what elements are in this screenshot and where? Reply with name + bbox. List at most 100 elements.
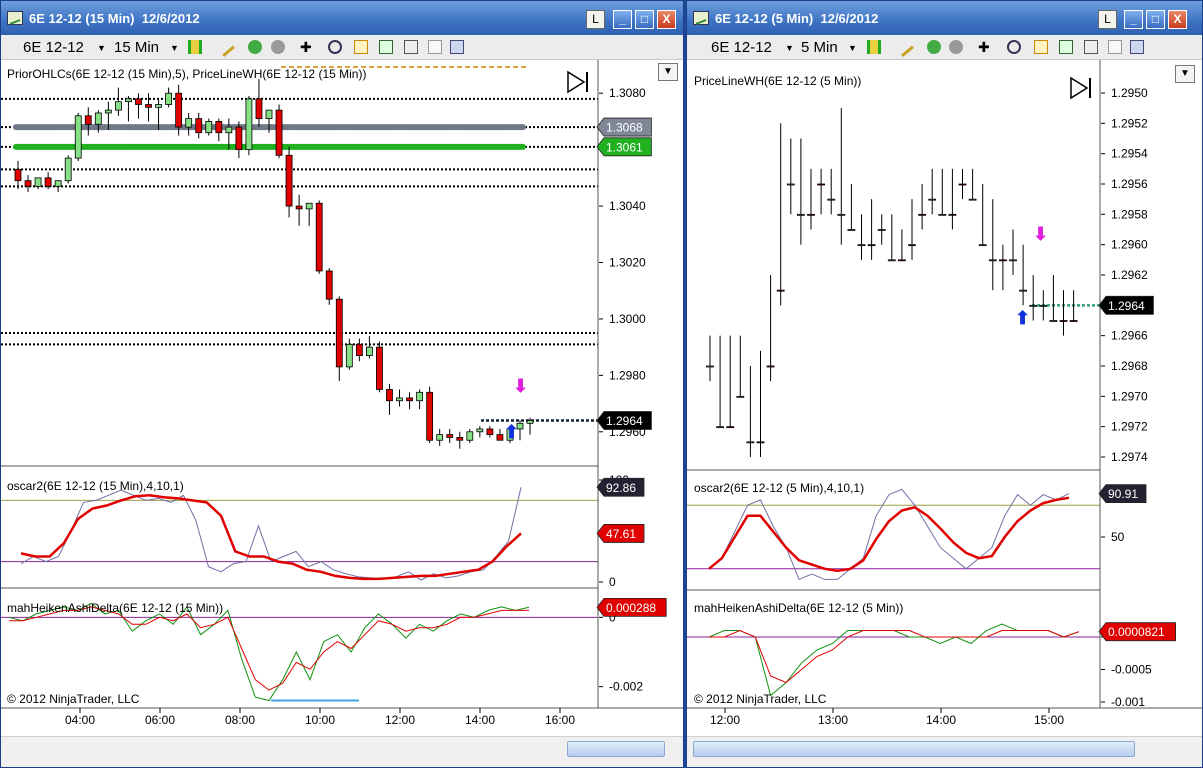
scroll-thumb[interactable] bbox=[693, 741, 1135, 757]
candle-body bbox=[54, 180, 62, 187]
templates-icon[interactable] bbox=[450, 40, 464, 54]
crosshair-icon[interactable]: ✚ bbox=[300, 39, 312, 56]
draw-pencil-icon[interactable] bbox=[215, 37, 235, 57]
maximize-button[interactable]: □ bbox=[635, 10, 654, 29]
data-box-icon[interactable] bbox=[404, 40, 418, 54]
candles-5min: ⬇⬆ bbox=[706, 108, 1078, 457]
price-tick-label: 1.2970 bbox=[1111, 389, 1148, 403]
chart-canvas[interactable]: ⬇⬆ 12:00 13:00 14:00 15:00 1.29741.29721.29… bbox=[687, 60, 1202, 740]
time-tick-label: 08:00 bbox=[225, 713, 255, 727]
chart-area[interactable]: ⬇ ⬆ 12:00 13:00 14:00 15:00 1.2974 1.2972 1.29… bbox=[687, 60, 1202, 740]
candle-body bbox=[165, 92, 173, 105]
bar-type-icon[interactable] bbox=[188, 40, 202, 54]
interval-selector[interactable]: 15 Min bbox=[114, 39, 159, 56]
add-indicator-icon[interactable] bbox=[248, 40, 262, 54]
snapshot-icon[interactable] bbox=[1108, 40, 1122, 54]
crosshair-icon[interactable]: ✚ bbox=[978, 39, 990, 56]
chart-window-5min[interactable]: 6E 12-12 (5 Min) 12/6/2012 L _ □ X 6E 12… bbox=[686, 0, 1203, 768]
time-tick-label: 13:00 bbox=[818, 713, 848, 727]
window-title: 6E 12-12 (5 Min) 12/6/2012 bbox=[715, 11, 879, 26]
chart-window-15min[interactable]: 6E 12-12 (15 Min) 12/6/2012 L _ □ X 6E 1… bbox=[0, 0, 684, 768]
candle-body bbox=[466, 431, 474, 441]
maximize-button[interactable]: □ bbox=[1146, 10, 1165, 29]
osc-fast-value: 92.86 bbox=[606, 481, 636, 495]
interval-selector[interactable]: 5 Min bbox=[801, 39, 838, 56]
candle-body bbox=[355, 343, 363, 357]
chart-style-icon[interactable] bbox=[1059, 40, 1073, 54]
horizontal-scrollbar[interactable] bbox=[687, 736, 1202, 761]
candle-body bbox=[34, 177, 42, 187]
title-bar[interactable]: 6E 12-12 (15 Min) 12/6/2012 L _ □ X bbox=[1, 1, 683, 35]
candle-body bbox=[135, 98, 142, 105]
link-button[interactable]: L bbox=[586, 10, 605, 29]
candle-body bbox=[295, 205, 303, 210]
interval-dropdown-icon[interactable]: ▼ bbox=[170, 43, 179, 53]
axis-labels: 1.2974 1.2972 1.2970 1.2968 1.2966 1.2964 1.29… bbox=[1098, 86, 1177, 709]
title-bar[interactable]: 6E 12-12 (5 Min) 12/6/2012 L _ □ X bbox=[687, 1, 1202, 35]
properties-icon[interactable] bbox=[1034, 40, 1048, 54]
time-tick-label: 14:00 bbox=[926, 713, 956, 727]
instrument-dropdown-icon[interactable]: ▼ bbox=[97, 43, 106, 53]
candle-body bbox=[125, 98, 132, 103]
hk-red-line bbox=[9, 606, 529, 691]
data-box-icon[interactable] bbox=[1084, 40, 1098, 54]
scroll-thumb[interactable] bbox=[567, 741, 665, 757]
instrument-selector[interactable]: 6E 12-12 bbox=[23, 39, 84, 56]
zoom-icon[interactable] bbox=[1007, 40, 1021, 54]
close-button[interactable]: X bbox=[1168, 10, 1187, 29]
instrument-dropdown-icon[interactable]: ▼ bbox=[785, 43, 794, 53]
price-tick-label: 1.2958 bbox=[1111, 207, 1148, 221]
price-panel-label: PriorOHLCs(6E 12-12 (15 Min),5), PriceLi… bbox=[7, 67, 366, 81]
hk-green-line bbox=[8, 602, 530, 702]
time-tick-label: 12:00 bbox=[385, 713, 415, 727]
candle-body bbox=[84, 115, 92, 125]
bar-type-icon[interactable] bbox=[867, 40, 881, 54]
candle-body bbox=[1059, 320, 1068, 322]
chart-style-icon[interactable] bbox=[379, 40, 393, 54]
properties-icon[interactable] bbox=[354, 40, 368, 54]
chart-canvas[interactable]: ⬇⬆ 04:00 06:00 08:00 10:00 12:00 14:00 16:00 1… bbox=[1, 60, 683, 740]
price-tick-label: 1.3040 bbox=[609, 199, 646, 213]
play-forward-icon[interactable] bbox=[567, 70, 588, 94]
candle-body bbox=[716, 426, 725, 429]
candle-body bbox=[44, 177, 52, 187]
candle-body bbox=[766, 365, 775, 368]
minimize-button[interactable]: _ bbox=[1124, 10, 1143, 29]
panel-dropdown-icon[interactable]: ▼ bbox=[658, 63, 678, 81]
candle-body bbox=[877, 229, 886, 231]
draw-pencil-icon[interactable] bbox=[894, 37, 914, 57]
close-button[interactable]: X bbox=[657, 10, 676, 29]
zoom-icon[interactable] bbox=[328, 40, 342, 54]
candle-body bbox=[706, 365, 714, 368]
chart-toolbar: 6E 12-12 ▼ 5 Min ▼ ✚ bbox=[687, 35, 1202, 60]
candle-body bbox=[958, 183, 967, 186]
candle-body bbox=[867, 244, 876, 247]
candle-body bbox=[496, 434, 504, 441]
instrument-selector[interactable]: 6E 12-12 bbox=[711, 39, 772, 56]
osc-panel-label: oscar2(6E 12-12 (15 Min),4,10,1) bbox=[7, 479, 184, 493]
interval-dropdown-icon[interactable]: ▼ bbox=[848, 43, 857, 53]
price-tick-label: 1.2952 bbox=[1111, 116, 1148, 130]
time-tick-label: 15:00 bbox=[1034, 713, 1064, 727]
time-axis: 12:00 13:00 14:00 15:00 bbox=[710, 708, 1064, 727]
candle-body bbox=[948, 213, 957, 216]
remove-indicator-icon[interactable] bbox=[949, 40, 963, 54]
chart-app-icon bbox=[7, 11, 23, 25]
panel-dropdown-icon[interactable]: ▼ bbox=[1175, 65, 1195, 83]
candle-body bbox=[436, 434, 444, 441]
heiken-ashi-delta-panel bbox=[1, 602, 598, 702]
copyright-text: © 2012 NinjaTrader, LLC bbox=[7, 692, 140, 706]
chart-area[interactable]: ⬇ ⬆ 04:00 06:00 08:00 10:00 12:00 14:00 16:00 1… bbox=[1, 60, 683, 740]
templates-icon[interactable] bbox=[1130, 40, 1144, 54]
link-button[interactable]: L bbox=[1098, 10, 1117, 29]
add-indicator-icon[interactable] bbox=[927, 40, 941, 54]
buy-arrow-icon: ⬆ bbox=[1015, 308, 1030, 328]
snapshot-icon[interactable] bbox=[428, 40, 442, 54]
play-forward-icon[interactable] bbox=[1070, 76, 1091, 100]
candle-body bbox=[365, 346, 373, 357]
remove-indicator-icon[interactable] bbox=[271, 40, 285, 54]
horizontal-scrollbar[interactable] bbox=[1, 736, 683, 761]
candle-body bbox=[887, 259, 896, 262]
candle-body bbox=[928, 198, 937, 201]
minimize-button[interactable]: _ bbox=[613, 10, 632, 29]
